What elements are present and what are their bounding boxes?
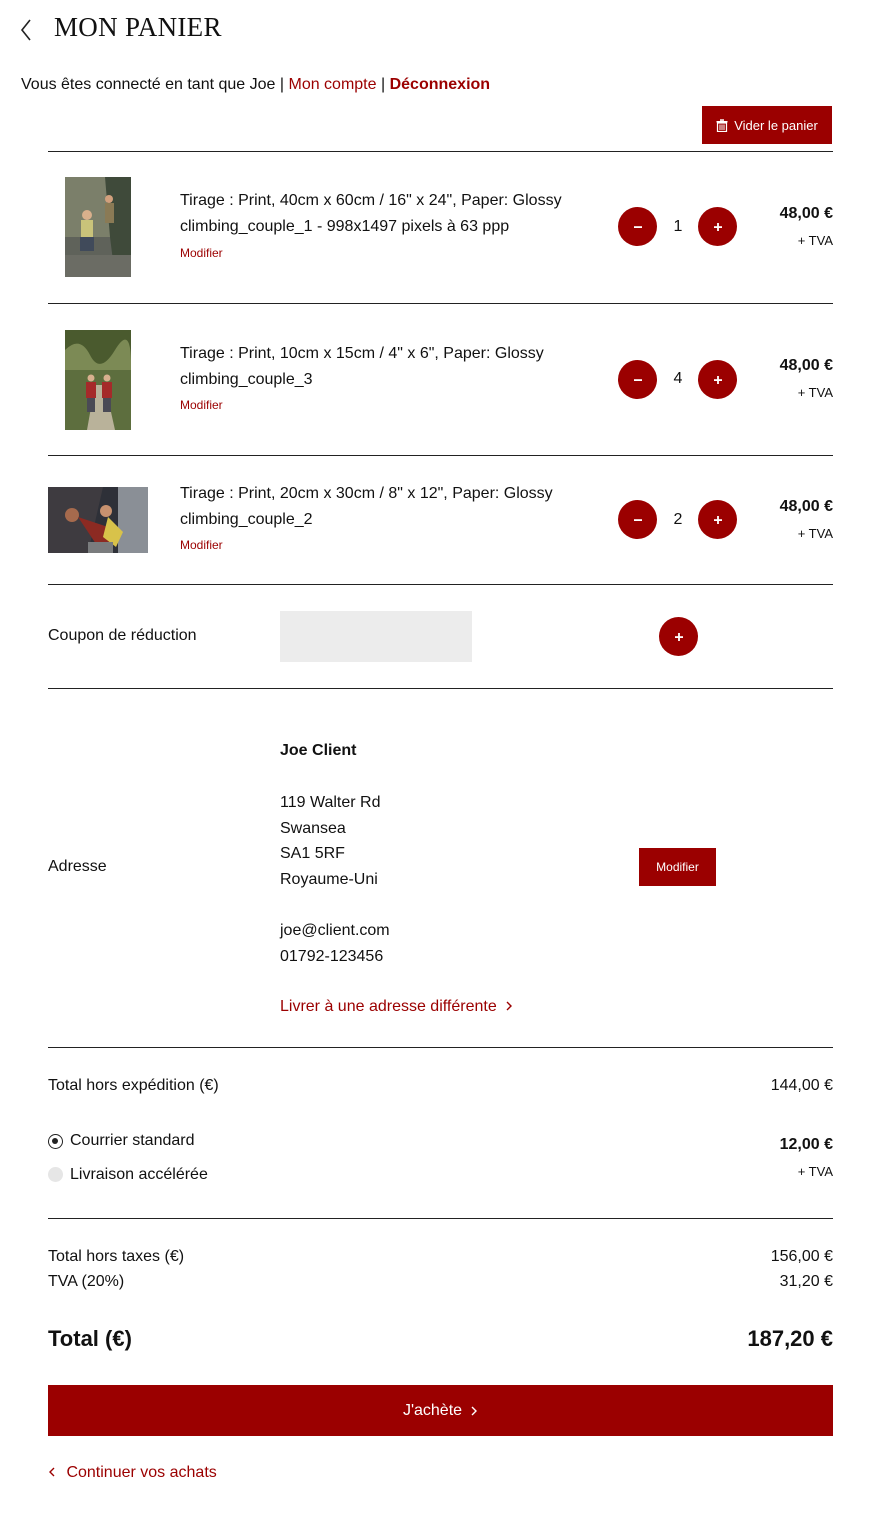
address-country: Royaume-Uni [280,870,378,888]
divider [48,688,833,689]
item-description: Tirage : Print, 40cm x 60cm / 16" x 24",… [180,188,600,240]
shipping-price: 12,00 € [779,1136,833,1153]
login-separator: | [380,76,386,93]
address-label: Adresse [48,858,107,875]
item-edit-link[interactable]: Modifier [180,538,223,552]
total-ht-label: Total hors taxes (€) [48,1248,185,1265]
empty-cart-button[interactable]: Vider le panier [702,106,832,144]
chevron-right-icon [506,1001,513,1011]
plus-icon [713,375,722,384]
login-status-text: Vous êtes connecté en tant que Joe [21,76,276,93]
decrease-qty-button[interactable] [618,360,657,399]
item-options: Tirage : Print, 20cm x 30cm / 8" x 12", … [180,485,553,502]
divider [48,455,833,456]
tva-label: TVA (20%) [48,1273,125,1290]
divider [48,151,833,152]
express-shipping-radio[interactable] [48,1167,63,1182]
logout-link[interactable]: Déconnexion [390,76,490,93]
standard-shipping-radio[interactable] [48,1134,63,1149]
address-phone: 01792-123456 [280,947,384,965]
contact-info: joe@client.com 01792-123456 [280,918,390,969]
page-title: MON PANIER [54,12,222,42]
address-street: 119 Walter Rd [280,794,381,811]
climbing-photo-3 [65,330,131,430]
quantity-value: 4 [673,370,683,387]
product-thumbnail[interactable] [65,177,131,277]
increase-qty-button[interactable] [698,360,737,399]
trash-icon [716,118,728,132]
tva-note: + TVA [797,385,833,400]
address-city: Swansea [280,819,346,837]
increase-qty-button[interactable] [698,500,737,539]
checkout-button[interactable]: J'achète [48,1385,833,1436]
edit-address-button[interactable]: Modifier [639,848,716,886]
item-options: Tirage : Print, 40cm x 60cm / 16" x 24",… [180,192,562,209]
chevron-right-icon [471,1406,478,1415]
product-thumbnail[interactable] [48,487,148,553]
coupon-label: Coupon de réduction [48,627,197,644]
decrease-qty-button[interactable] [618,207,657,246]
minus-icon [633,518,642,521]
empty-cart-label: Vider le panier [734,117,818,133]
address-postcode: SA1 5RF [280,845,345,863]
postal-address: 119 Walter Rd Swansea SA1 5RF Royaume-Un… [280,790,380,892]
product-thumbnail[interactable] [65,330,131,430]
total-ht-value: 156,00 € [770,1248,833,1265]
item-options: Tirage : Print, 10cm x 15cm / 4" x 6", P… [180,345,544,362]
divider [48,1218,833,1219]
item-price: 48,00 € [779,498,833,515]
address-email: joe@client.com [280,922,390,939]
apply-coupon-button[interactable] [659,617,698,656]
plus-icon [674,632,683,641]
login-separator: | [279,76,285,93]
my-account-link[interactable]: Mon compte [288,76,376,93]
tva-value: 31,20 € [779,1273,833,1290]
customer-name: Joe Client [280,742,357,759]
chevron-left-icon [49,1467,55,1477]
tva-note: + TVA [797,526,833,541]
plus-icon [713,222,722,231]
ship-different-label: Livrer à une adresse différente [280,998,497,1015]
login-status: Vous êtes connecté en tant que Joe | Mon… [21,76,490,94]
subtotal-label: Total hors expédition (€) [48,1077,219,1094]
item-filename: climbing_couple_3 [180,371,313,388]
item-edit-link[interactable]: Modifier [180,398,223,412]
standard-shipping-label[interactable]: Courrier standard [70,1132,195,1150]
continue-shopping-label: Continuer vos achats [66,1464,217,1481]
item-filename: climbing_couple_2 [180,511,313,528]
express-shipping-label[interactable]: Livraison accélérée [70,1166,208,1184]
plus-icon [713,515,722,524]
divider [48,303,833,304]
grand-total-value: 187,20 € [747,1326,833,1351]
coupon-input[interactable] [280,611,472,662]
item-filename: climbing_couple_1 - 998x1497 pixels à 63… [180,218,510,235]
quantity-value: 2 [673,511,683,528]
divider [48,1047,833,1048]
subtotal-value: 144,00 € [770,1077,833,1094]
item-price: 48,00 € [779,357,833,374]
quantity-value: 1 [673,218,683,235]
divider [48,584,833,585]
decrease-qty-button[interactable] [618,500,657,539]
item-price: 48,00 € [779,205,833,222]
back-arrow-icon[interactable] [16,16,38,44]
tva-note: + TVA [797,1164,833,1179]
continue-shopping-link[interactable]: Continuer vos achats [48,1464,217,1482]
item-edit-link[interactable]: Modifier [180,246,223,260]
checkout-label: J'achète [402,1401,463,1419]
ship-different-address-link[interactable]: Livrer à une adresse différente [280,998,513,1016]
tva-note: + TVA [797,233,833,248]
minus-icon [633,378,642,381]
increase-qty-button[interactable] [698,207,737,246]
grand-total-label: Total (€) [48,1326,132,1351]
climbing-photo-2 [48,487,148,553]
climbing-photo-1 [65,177,131,277]
minus-icon [633,225,642,228]
item-description: Tirage : Print, 20cm x 30cm / 8" x 12", … [180,481,600,533]
item-description: Tirage : Print, 10cm x 15cm / 4" x 6", P… [180,341,600,393]
